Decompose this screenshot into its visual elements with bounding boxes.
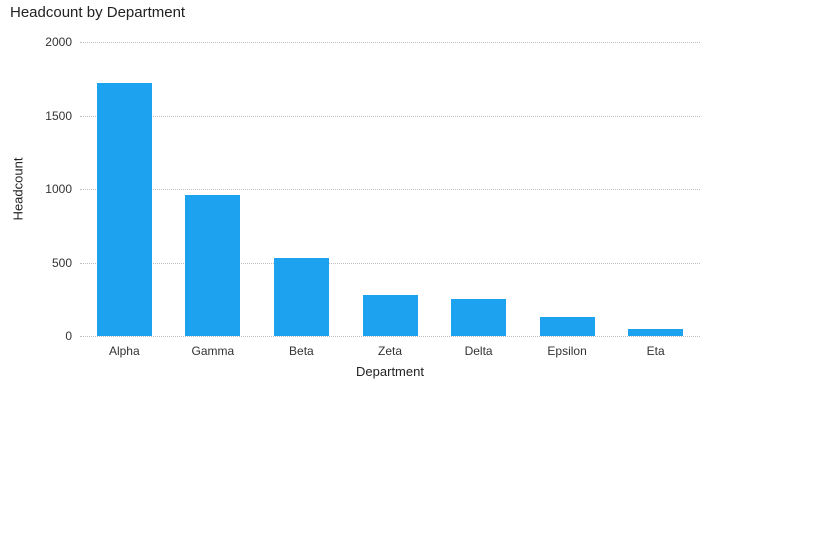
y-tick-label: 500 — [12, 256, 72, 270]
gridline — [80, 116, 700, 117]
chart-container: Headcount by Department Headcount 0 500 … — [0, 0, 824, 548]
bar-eta — [628, 329, 683, 336]
y-tick-label: 2000 — [12, 35, 72, 49]
gridline — [80, 42, 700, 43]
bar-zeta — [363, 295, 418, 336]
gridline — [80, 336, 700, 337]
y-tick-label: 0 — [12, 329, 72, 343]
x-tick-label: Gamma — [192, 344, 235, 358]
chart-title: Headcount by Department — [10, 4, 185, 21]
y-tick-label: 1500 — [12, 109, 72, 123]
bar-alpha — [97, 83, 152, 336]
y-tick-label: 1000 — [12, 182, 72, 196]
x-tick-label: Delta — [465, 344, 493, 358]
x-tick-label: Epsilon — [547, 344, 586, 358]
x-tick-label: Eta — [647, 344, 665, 358]
bar-epsilon — [540, 317, 595, 336]
gridline — [80, 263, 700, 264]
gridline — [80, 189, 700, 190]
x-tick-label: Beta — [289, 344, 314, 358]
x-tick-label: Alpha — [109, 344, 140, 358]
bar-beta — [274, 258, 329, 336]
bar-gamma — [185, 195, 240, 336]
x-tick-label: Zeta — [378, 344, 402, 358]
bar-delta — [451, 299, 506, 336]
plot-area — [80, 42, 700, 336]
x-axis-label: Department — [356, 364, 424, 379]
